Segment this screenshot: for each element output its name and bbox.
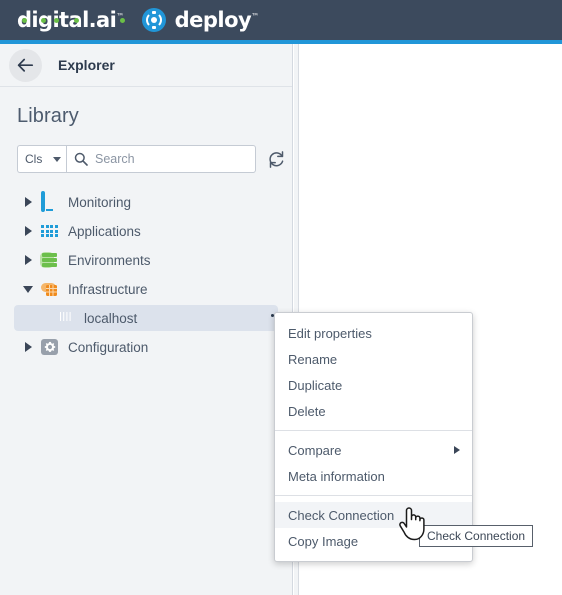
infrastructure-icon [41,280,59,298]
menu-item-edit-properties[interactable]: Edit properties [275,320,472,346]
menu-item-meta-information[interactable]: Meta information [275,463,472,489]
library-tree: Monitoring Applications Environments Inf… [0,189,292,360]
tree-item-configuration[interactable]: Configuration [14,334,278,360]
gear-icon [41,338,59,356]
deploy-trademark: ™ [251,11,259,21]
menu-item-label: Rename [288,351,338,367]
chevron-down-icon [53,156,61,162]
tree-item-label: Infrastructure [68,281,148,297]
expand-collapse-toggle[interactable] [22,255,34,265]
app-window: digital.ai™ deploy™ Explorer Library Cls… [0,0,562,595]
menu-item-label: Duplicate [288,377,343,393]
menu-item-label: Compare [288,442,342,458]
top-brand-bar: digital.ai™ deploy™ [0,0,562,40]
menu-item-compare[interactable]: Compare [275,437,472,463]
menu-item-label: Delete [288,403,326,419]
explorer-header: Explorer [0,44,292,87]
gear-glyph-icon [44,341,55,352]
menu-item-delete[interactable]: Delete [275,398,472,424]
tree-item-localhost[interactable]: localhost [14,305,278,331]
class-filter-label: Cls [25,152,43,166]
chevron-down-icon [23,285,33,293]
search-icon [74,152,88,166]
explorer-sidebar: Explorer Library Cls Search Monitoring A… [0,44,293,595]
refresh-button[interactable] [266,149,286,169]
menu-item-label: Copy Image [288,533,359,549]
chevron-right-icon [24,342,32,352]
tree-item-label: Monitoring [68,194,132,210]
digitalai-logo-text: digital.ai [17,7,117,32]
deploy-brand: deploy™ [141,7,260,32]
tree-item-applications[interactable]: Applications [14,218,278,244]
tree-item-monitoring[interactable]: Monitoring [14,189,278,215]
menu-item-duplicate[interactable]: Duplicate [275,372,472,398]
tree-item-infrastructure[interactable]: Infrastructure [14,276,278,302]
refresh-icon [268,150,283,168]
chevron-right-icon [24,226,32,236]
library-heading: Library [17,105,79,127]
deploy-logo-text: deploy [174,7,252,32]
grid-apps-icon [41,222,59,240]
menu-separator [275,430,472,431]
search-row: Cls [17,145,292,173]
tree-item-environments[interactable]: Environments [14,247,278,273]
expand-collapse-toggle[interactable] [22,285,34,293]
chevron-right-icon [454,446,460,454]
expand-collapse-toggle[interactable] [22,197,34,207]
menu-item-label: Check Connection [288,507,395,523]
search-input[interactable] [95,152,245,166]
class-filter-dropdown[interactable]: Cls [17,145,66,173]
chevron-right-icon [24,255,32,265]
expand-collapse-toggle[interactable] [22,226,34,236]
search-box[interactable] [66,145,256,173]
server-stack-icon [40,251,59,269]
back-button[interactable] [9,48,42,82]
tree-item-label: Applications [68,223,141,239]
expand-collapse-toggle[interactable] [22,342,34,352]
digitalai-logo: digital.ai™ [17,7,125,32]
menu-item-label: Edit properties [288,325,372,341]
tree-item-label: Environments [68,252,151,268]
tooltip-text: Check Connection [427,529,526,543]
tree-item-label: localhost [84,310,138,326]
host-icon [57,309,75,327]
back-arrow-icon [17,58,34,72]
tooltip: Check Connection [419,525,534,547]
explorer-title: Explorer [58,57,115,73]
menu-item-rename[interactable]: Rename [275,346,472,372]
tree-item-label: Configuration [68,339,149,355]
deploy-target-icon [141,8,166,32]
deploy-logo: deploy™ [174,7,260,32]
menu-item-label: Meta information [288,468,385,484]
monitor-icon [41,191,59,212]
menu-separator [275,495,472,496]
chevron-right-icon [24,197,32,207]
